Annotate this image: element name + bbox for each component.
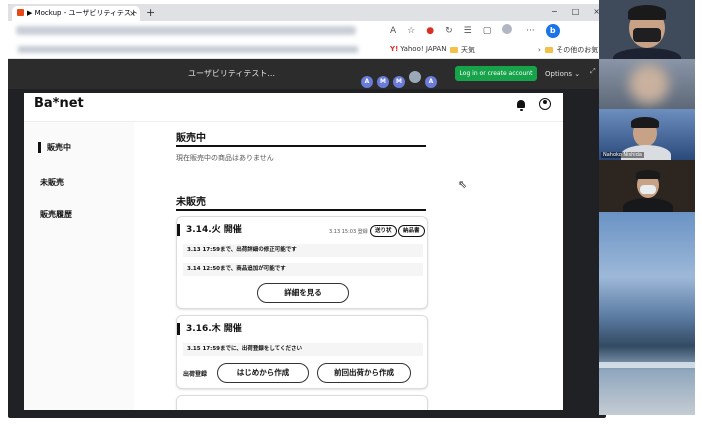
face-mask <box>640 185 656 194</box>
sidebar-item-sales-history[interactable]: 販売履歴 <box>40 209 72 220</box>
bookmark-other-favorites[interactable]: › その他のお気に入 <box>538 45 606 55</box>
favorites-star-icon[interactable]: ☆ <box>407 26 415 36</box>
participant-hair <box>628 5 666 20</box>
sidebar-item-not-on-sale[interactable]: 未販売 <box>40 177 64 188</box>
video-tile[interactable] <box>599 160 695 212</box>
view-details-button[interactable]: 詳細を見る <box>257 283 349 303</box>
on-sale-heading: 販売中 <box>176 133 206 144</box>
shipping-registration-label: 出荷登録 <box>183 371 208 378</box>
browser-tab[interactable]: ▶ Mockup - ユーザビリティテスト（ × <box>12 6 140 21</box>
figma-file-title: ユーザビリティテスト... <box>188 69 275 78</box>
maximize-button[interactable]: □ <box>572 7 580 16</box>
section-divider <box>176 209 426 211</box>
new-tab-button[interactable]: + <box>146 5 155 20</box>
prototype-app: Ba*net 販売中 未販売 販売履歴 販売中 現在販売中の商品はありません 未… <box>24 93 563 410</box>
login-button[interactable]: Log in or create account <box>455 66 537 81</box>
face-mask <box>633 28 661 42</box>
video-tile[interactable] <box>599 59 695 109</box>
expand-icon[interactable]: ⤢ <box>590 67 596 76</box>
shipping-label-button[interactable]: 送り状 <box>370 225 397 237</box>
video-tile[interactable]: Nahoko Nishida <box>599 109 695 160</box>
delivery-slip-button[interactable]: 納品書 <box>398 225 425 237</box>
app-logo[interactable]: Ba*net <box>34 96 84 111</box>
event-card: 3.16.木 開催 3.15 17:59までに、出荷登録をしてください 出荷登録… <box>176 315 428 389</box>
info-row: 3.13 17:59まで、出荷詳細の修正可能です <box>183 244 423 257</box>
event-card-partial <box>176 395 428 410</box>
tab-title: ▶ Mockup - ユーザビリティテスト（ <box>27 9 140 17</box>
not-on-sale-heading: 未販売 <box>176 197 206 208</box>
video-tile[interactable] <box>599 0 695 59</box>
video-tile[interactable] <box>599 212 695 415</box>
empty-message: 現在販売中の商品はありません <box>176 154 274 162</box>
options-menu[interactable]: Options ⌄ <box>545 59 580 89</box>
participant-face-blurred <box>629 64 669 104</box>
ocean-background <box>599 362 695 368</box>
bell-icon[interactable] <box>517 100 525 111</box>
collections-icon[interactable]: ▢ <box>483 26 492 36</box>
bookmarks-bar: Y!Yahoo! JAPAN 天気 › その他のお気に入 <box>8 41 606 59</box>
section-divider <box>176 145 426 147</box>
user-account-icon[interactable] <box>539 98 551 110</box>
collaborator-avatars: AMMA <box>361 68 441 88</box>
app-header: Ba*net <box>24 93 563 122</box>
create-from-previous-button[interactable]: 前回出荷から作成 <box>317 363 411 383</box>
participant-name: Nahoko Nishida <box>601 152 644 158</box>
read-aloud-icon[interactable]: A <box>390 26 396 36</box>
address-bar[interactable]: A ☆ ● ↻ ☰ ▢ ··· b <box>8 21 606 41</box>
url-text-blurred <box>16 26 356 35</box>
avatar[interactable]: M <box>393 76 405 88</box>
sidebar: 販売中 未販売 販売履歴 <box>24 122 134 410</box>
registered-timestamp: 3.13 15:03 登録 <box>329 229 368 235</box>
browser-toolbar-icons: A ☆ ● ↻ ☰ ▢ ··· b <box>390 24 571 38</box>
event-card: 3.14.火 開催 3.13 15:03 登録 送り状 納品書 3.13 17:… <box>176 216 428 309</box>
refresh-icon[interactable]: ↻ <box>445 26 453 36</box>
event-card-title: 3.14.火 開催 <box>177 224 242 236</box>
info-row: 3.15 17:59までに、出荷登録をしてください <box>183 343 423 356</box>
avatar[interactable]: A <box>425 76 437 88</box>
profile-avatar-icon[interactable] <box>502 24 513 34</box>
extension-icon[interactable]: ● <box>426 26 434 36</box>
favorites-list-icon[interactable]: ☰ <box>464 26 472 36</box>
info-row: 3.14 12:50まで、商品追加が可能です <box>183 263 423 276</box>
avatar[interactable] <box>409 71 421 83</box>
event-card-title: 3.16.木 開催 <box>177 323 242 335</box>
participant-shirt <box>623 198 673 212</box>
tab-close-icon[interactable]: × <box>129 6 136 21</box>
bookmarks-blurred <box>18 46 358 53</box>
sidebar-item-on-sale[interactable]: 販売中 <box>38 142 71 153</box>
folder-icon <box>545 47 554 53</box>
figma-toolbar: ユーザビリティテスト... AMMA Log in or create acco… <box>8 59 606 89</box>
participant-hair <box>636 170 660 179</box>
create-from-scratch-button[interactable]: はじめから作成 <box>217 363 309 383</box>
window-controls: − □ × <box>537 4 600 19</box>
participant-shirt <box>613 48 681 59</box>
participant-hair <box>631 117 659 128</box>
mouse-cursor-icon: ⇖ <box>458 178 468 191</box>
figma-favicon-icon <box>17 9 24 16</box>
minimize-button[interactable]: − <box>551 7 558 16</box>
folder-icon <box>450 47 458 53</box>
tab-bar: ▶ Mockup - ユーザビリティテスト（ × + − □ × <box>8 4 606 21</box>
bing-icon[interactable]: b <box>545 24 560 38</box>
avatar[interactable]: M <box>377 76 389 88</box>
bookmark-weather[interactable]: 天気 <box>450 45 475 55</box>
browser-window: ▶ Mockup - ユーザビリティテスト（ × + − □ × A ☆ ● ↻ ☰ ▢ ··… <box>8 4 606 418</box>
yahoo-icon: Y! <box>390 45 399 53</box>
chevron-right-icon[interactable]: › <box>538 46 541 54</box>
avatar[interactable]: A <box>361 76 373 88</box>
bookmark-yahoo[interactable]: Y! Yahoo! JAPAN <box>390 45 446 53</box>
more-menu-icon[interactable]: ··· <box>526 26 535 36</box>
